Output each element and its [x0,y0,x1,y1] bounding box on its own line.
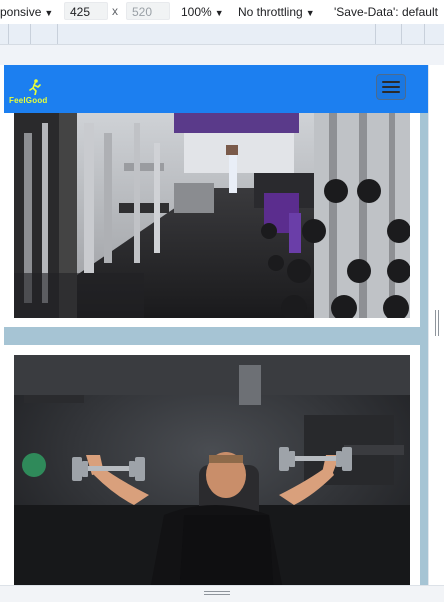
height-input[interactable]: 520 [126,2,170,20]
image-card [4,113,420,327]
ruler-divider [57,24,58,44]
device-dropdown-icon: ▼ [44,8,54,18]
ruler-divider [401,24,402,44]
width-input[interactable]: 425 [64,2,108,20]
brand-logo[interactable]: FeelGood [9,79,61,107]
save-data-select[interactable]: 'Save-Data': default [334,5,438,19]
grip-line [435,310,436,336]
hamburger-menu-icon [382,86,400,88]
throttle-dropdown-icon: ▼ [305,8,315,18]
throttle-select[interactable]: No throttling ▼ [238,5,315,19]
bottom-resize-handle[interactable] [204,591,230,597]
ruler-divider [424,24,425,44]
image-card [4,345,420,585]
device-label: ponsive [0,5,42,19]
gym-interior-photo [14,113,410,318]
runner-icon [29,79,41,95]
zoom-dropdown-icon: ▼ [214,8,224,18]
brand-name: FeelGood [9,96,48,105]
hamburger-menu-icon [382,91,400,93]
zoom-select[interactable]: 100% ▼ [181,5,224,19]
dumbbell-press-photo [14,355,410,585]
device-toolbar: ponsive ▼ 425 x 520 100% ▼ No throttling ▼ … [0,0,444,25]
device-select[interactable]: ponsive ▼ [0,5,53,19]
ruler-divider [30,24,31,44]
zoom-label: 100% [181,5,212,19]
throttle-label: No throttling [238,5,303,19]
media-query-bar[interactable] [0,24,444,45]
grip-line [204,591,230,592]
dimension-separator: x [112,4,118,18]
ruler-divider [375,24,376,44]
emulated-viewport[interactable]: FeelGood [4,65,428,585]
hamburger-menu-button[interactable] [376,74,406,100]
grip-line [438,310,439,336]
right-resize-handle[interactable] [435,310,439,336]
ruler-divider [8,24,9,44]
navbar: FeelGood [4,65,428,113]
grip-line [204,594,230,595]
hamburger-menu-icon [382,81,400,83]
ruler-strip [0,45,444,65]
